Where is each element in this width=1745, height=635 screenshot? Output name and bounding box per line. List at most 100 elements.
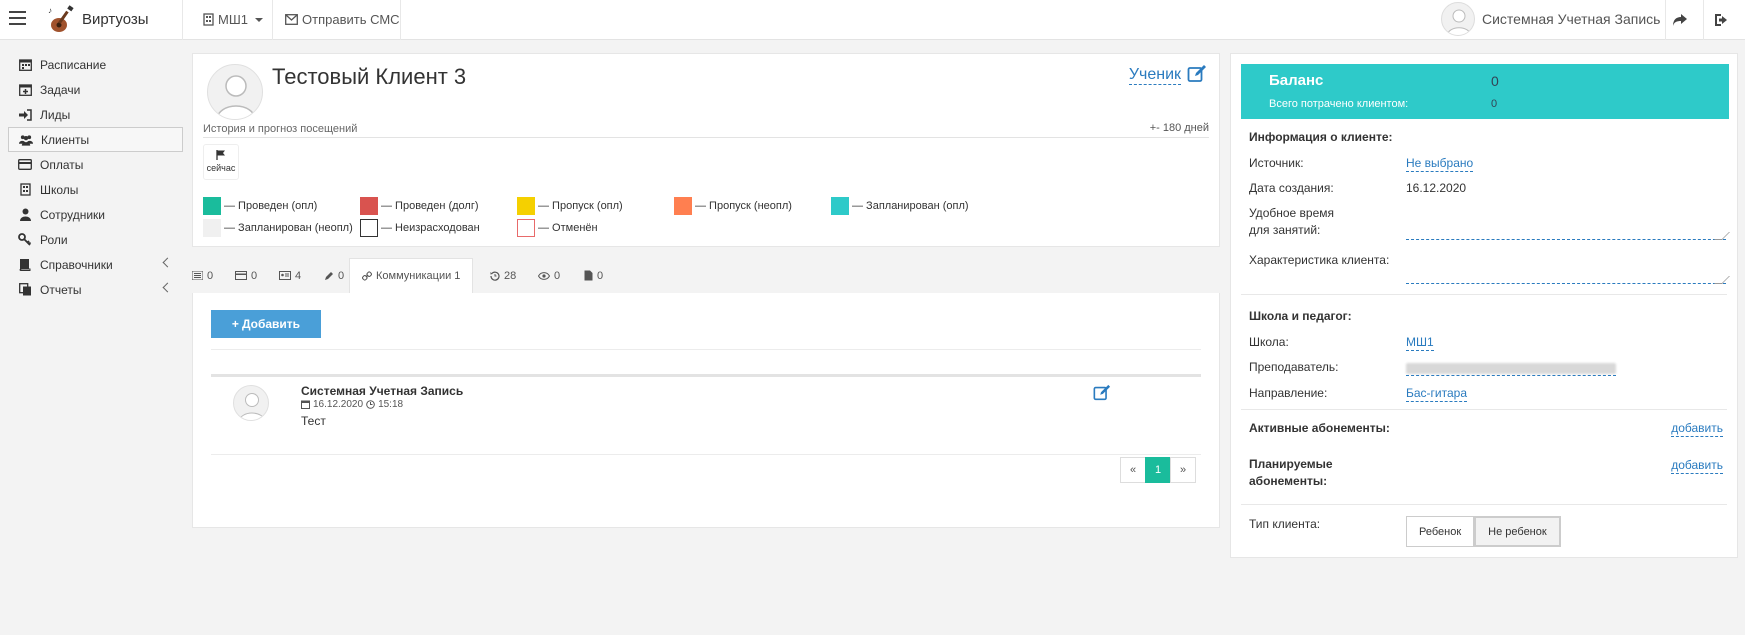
divider [1665, 0, 1666, 40]
svg-text:♪: ♪ [48, 6, 52, 15]
client-avatar[interactable] [207, 64, 263, 120]
share-icon[interactable] [1670, 10, 1690, 30]
sidebar-item-label: Задачи [40, 82, 81, 97]
sidebar-item-staff[interactable]: Сотрудники [8, 202, 183, 227]
add-active-subscription-link[interactable]: добавить [1671, 421, 1723, 437]
divider [1241, 409, 1727, 410]
days-range-label: +- 180 дней [1149, 122, 1209, 134]
sidebar-item-clients[interactable]: Клиенты [8, 127, 183, 152]
client-type-toggle: Ребенок Не ребенок [1406, 516, 1561, 547]
sidebar-item-tasks[interactable]: Задачи [8, 77, 183, 102]
sidebar-item-label: Расписание [40, 57, 107, 72]
legend-item: — Пропуск (неопл) [674, 197, 792, 215]
legend-swatch [203, 219, 221, 237]
card-icon [235, 271, 247, 280]
client-role-link[interactable]: Ученик [1128, 66, 1181, 85]
envelope-icon [285, 14, 298, 25]
convenient-time-label-line1: Удобное время [1249, 206, 1335, 220]
brand-name[interactable]: Виртуозы [82, 11, 149, 28]
logout-icon[interactable] [1712, 10, 1732, 30]
teacher-underline [1406, 375, 1616, 376]
add-communication-button[interactable]: + Добавить [211, 310, 321, 338]
convenient-time-input[interactable] [1406, 222, 1726, 240]
chevron-left-icon [162, 257, 173, 268]
school-link[interactable]: МШ1 [1406, 335, 1434, 351]
caret-down-icon [254, 17, 263, 22]
client-type-child[interactable]: Ребенок [1406, 516, 1475, 547]
pencil-icon [324, 271, 334, 281]
sidebar-item-label: Справочники [40, 257, 113, 272]
user-name[interactable]: Системная Учетная Запись [1482, 11, 1660, 27]
divider [1703, 0, 1704, 40]
convenient-time-field[interactable] [1406, 222, 1730, 242]
legend-label: — Проведен (опл) [224, 200, 318, 212]
send-sms-button[interactable]: Отправить СМС [285, 12, 400, 27]
guitar-logo-icon[interactable]: ♪ [46, 4, 78, 36]
top-bar: ♪ Виртуозы МШ1 Отправить СМС Системная У… [0, 0, 1745, 40]
sidebar-item-leads[interactable]: Лиды [8, 102, 183, 127]
add-planned-subscription-link[interactable]: добавить [1671, 458, 1723, 474]
tab-label: 0 [207, 269, 214, 282]
direction-link[interactable]: Бас-гитара [1406, 386, 1468, 402]
legend-label: — Запланирован (опл) [852, 200, 969, 212]
sidebar-item-schools[interactable]: Школы [8, 177, 183, 202]
file-icon [584, 270, 593, 281]
tab-history[interactable]: 28 [484, 258, 522, 293]
sidebar-item-schedule[interactable]: Расписание [8, 52, 183, 77]
pager-prev[interactable]: « [1120, 457, 1146, 483]
sidebar-item-roles[interactable]: Роли [8, 227, 183, 252]
avatar-placeholder-icon [215, 75, 257, 119]
credit-card-icon [18, 158, 32, 172]
list-icon [192, 271, 203, 280]
tab-id-card[interactable]: 4 [273, 258, 307, 293]
characteristic-input[interactable] [1406, 266, 1726, 284]
now-label: сейчас [206, 163, 236, 173]
sidebar-item-label: Оплаты [40, 157, 84, 172]
comment-avatar [233, 385, 269, 421]
legend-item: — Пропуск (опл) [517, 197, 623, 215]
tab-pencil[interactable]: 0 [318, 258, 350, 293]
tab-link[interactable]: Коммуникации 1 [349, 258, 474, 293]
sign-in-icon [18, 108, 32, 122]
sidebar-item-label: Роли [40, 232, 68, 247]
legend-item: — Проведен (опл) [203, 197, 317, 215]
calendar-icon [301, 400, 310, 409]
characteristic-label: Характеристика клиента: [1249, 253, 1390, 267]
pager-page-1[interactable]: 1 [1145, 457, 1171, 483]
sidebar-item-label: Сотрудники [40, 207, 105, 222]
avatar-placeholder-icon [1446, 9, 1472, 35]
teacher-name-redacted[interactable] [1406, 363, 1616, 374]
user-avatar[interactable] [1441, 2, 1475, 36]
planned-subscriptions-label: Планируемые абонементы: [1249, 456, 1333, 490]
client-type-not-child[interactable]: Не ребенок [1474, 516, 1561, 547]
building-icon [203, 13, 214, 26]
tab-label: 0 [597, 269, 604, 282]
school-selector[interactable]: МШ1 [203, 12, 263, 27]
menu-icon[interactable] [9, 11, 26, 27]
source-link[interactable]: Не выбрано [1406, 156, 1474, 172]
tab-file[interactable]: 0 [578, 258, 609, 293]
edit-icon[interactable] [1093, 384, 1111, 402]
edit-icon[interactable] [1187, 64, 1207, 84]
flag-icon [216, 150, 225, 160]
divider [400, 0, 401, 40]
sidebar-item-reports[interactable]: Отчеты [8, 277, 183, 302]
id-card-icon [279, 271, 291, 280]
add-button-label: Добавить [241, 317, 301, 331]
tab-list[interactable]: 0 [186, 258, 219, 293]
sidebar-item-references[interactable]: Справочники [8, 252, 183, 277]
created-value: 16.12.2020 [1406, 181, 1467, 195]
tab-eye[interactable]: 0 [532, 258, 566, 293]
pager-next[interactable]: » [1170, 457, 1196, 483]
history-label: История и прогноз посещений [203, 123, 358, 135]
sidebar-item-label: Клиенты [41, 132, 90, 147]
tab-card[interactable]: 0 [229, 258, 263, 293]
now-marker[interactable]: сейчас [203, 144, 239, 180]
pagination: « 1 » [1120, 457, 1196, 483]
characteristic-field[interactable] [1406, 266, 1730, 286]
sidebar-item-payments[interactable]: Оплаты [8, 152, 183, 177]
balance-value: 0 [1491, 73, 1499, 89]
sidebar: Расписание Задачи Лиды Клиенты Оплаты Шк… [8, 52, 183, 302]
history-timeline [203, 137, 1209, 138]
legend-item: — Неизрасходован [360, 219, 480, 237]
